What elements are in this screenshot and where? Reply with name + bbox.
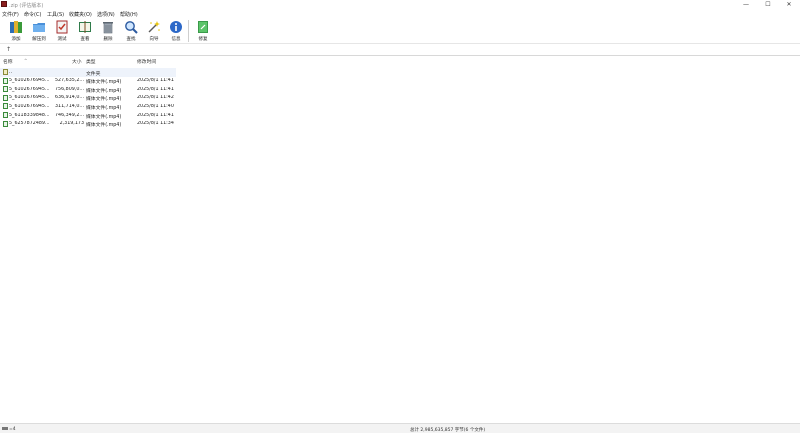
row-name: .. <box>9 69 13 75</box>
view-icon <box>79 21 91 33</box>
row-modified: 2025/8/1 11:41 <box>137 78 174 84</box>
row-size: 2,319,173 <box>59 121 84 127</box>
test-icon <box>56 20 68 34</box>
file-list-area: 名称 ^ 大小 类型 修改时间 .. 文件夹 5_6102676945... 5… <box>0 57 800 423</box>
add-archive-icon <box>10 21 22 33</box>
test-button[interactable]: 测试 <box>52 19 72 43</box>
info-button[interactable]: 信息 <box>166 19 186 43</box>
row-size: 756,809,0... <box>55 86 84 92</box>
row-name: 5_6257872489... <box>9 121 49 127</box>
row-type: 媒体文件(.mp4) <box>86 123 122 129</box>
column-modified-header[interactable]: 修改时间 <box>137 58 156 66</box>
sort-indicator: ^ <box>24 58 28 63</box>
close-button[interactable]: ✕ <box>778 0 800 9</box>
video-file-icon <box>3 103 8 110</box>
address-bar: ↑ <box>0 44 800 56</box>
drive-icon <box>2 426 8 430</box>
row-size: 311,714,0... <box>55 103 84 109</box>
delete-icon <box>103 22 113 34</box>
maximize-button[interactable]: ☐ <box>757 0 779 9</box>
app-icon <box>1 1 7 7</box>
status-total: 总计 2,985,635,857 字节(6 个文件) <box>410 427 486 433</box>
status-drive: =4 <box>2 426 16 432</box>
status-left-text: =4 <box>9 426 16 432</box>
table-row[interactable]: 5_6102676945... 636,914,0... 媒体文件(.mp4) … <box>0 94 176 103</box>
table-row[interactable]: 5_6102676945... 527,635,2... 媒体文件(.mp4) … <box>0 77 176 86</box>
repair-icon <box>198 21 208 33</box>
info-label: 信息 <box>171 36 181 42</box>
row-modified: 2025/8/1 11:42 <box>137 95 174 101</box>
row-size: 527,635,2... <box>55 78 84 84</box>
column-size-header[interactable]: 大小 <box>72 58 82 66</box>
row-modified: 2025/8/1 11:41 <box>137 112 174 118</box>
minimize-button[interactable]: — <box>735 0 757 9</box>
delete-button[interactable]: 删除 <box>98 19 118 43</box>
extract-to-button[interactable]: 解压到 <box>29 19 49 43</box>
menu-bar: 文件(F) 命令(C) 工具(S) 收藏夹(O) 选项(N) 帮助(H) <box>0 9 800 18</box>
window-title: .zip (评估版本) <box>9 2 44 9</box>
table-row[interactable]: 5_6102676945... 311,714,0... 媒体文件(.mp4) … <box>0 102 176 111</box>
row-size: 746,349,2... <box>55 112 84 118</box>
table-row[interactable]: 5_6257872489... 2,319,173 媒体文件(.mp4) 202… <box>0 120 176 129</box>
row-type: 媒体文件(.mp4) <box>86 114 122 120</box>
table-row[interactable]: 5_6102676945... 756,809,0... 媒体文件(.mp4) … <box>0 85 176 94</box>
video-file-icon <box>3 86 8 93</box>
row-modified: 2025/8/1 11:34 <box>137 121 174 127</box>
video-file-icon <box>3 77 8 84</box>
row-type: 媒体文件(.mp4) <box>86 105 122 111</box>
wizard-button[interactable]: 向导 <box>144 19 164 43</box>
row-name: 5_6102676945... <box>9 78 49 84</box>
video-file-icon <box>3 112 8 118</box>
repair-button[interactable]: 修复 <box>193 19 213 43</box>
add-button[interactable]: 添加 <box>6 19 26 43</box>
status-bar: =4 总计 2,985,635,857 字节(6 个文件) <box>0 423 800 433</box>
video-file-icon <box>3 94 8 101</box>
view-button[interactable]: 查看 <box>75 19 95 43</box>
row-size: 636,914,0... <box>55 95 84 101</box>
find-button[interactable]: 查找 <box>121 19 141 43</box>
row-type: 媒体文件(.mp4) <box>86 80 122 86</box>
video-file-icon <box>3 120 8 127</box>
info-icon <box>170 21 182 33</box>
row-name: 5_6102676945... <box>9 95 49 101</box>
row-name: 5_6102676945... <box>9 86 49 92</box>
find-icon <box>125 21 138 34</box>
folder-icon <box>3 69 8 75</box>
wizard-icon <box>148 21 160 33</box>
row-type: 媒体文件(.mp4) <box>86 88 122 94</box>
row-modified: 2025/8/1 11:40 <box>137 103 174 109</box>
extract-to-icon <box>33 23 45 32</box>
table-row[interactable]: 5_6118339848... 746,349,2... 媒体文件(.mp4) … <box>0 111 176 120</box>
row-type: 文件夹 <box>86 71 101 77</box>
row-type: 媒体文件(.mp4) <box>86 97 122 103</box>
title-bar: .zip (评估版本) — ☐ ✕ <box>0 0 800 9</box>
column-name-header[interactable]: 名称 <box>3 58 13 66</box>
row-name: 5_6102676945... <box>9 103 49 109</box>
up-folder-button[interactable]: ↑ <box>6 46 11 53</box>
column-type-header[interactable]: 类型 <box>86 58 96 66</box>
row-name: 5_6118339848... <box>9 112 49 118</box>
toolbar: 添加 解压到 测试 查看 删除 查找 向导 信息 修复 <box>0 17 800 44</box>
table-row-parent[interactable]: .. 文件夹 <box>0 68 176 77</box>
row-modified: 2025/8/1 11:41 <box>137 86 174 92</box>
repair-label: 修复 <box>198 36 208 42</box>
